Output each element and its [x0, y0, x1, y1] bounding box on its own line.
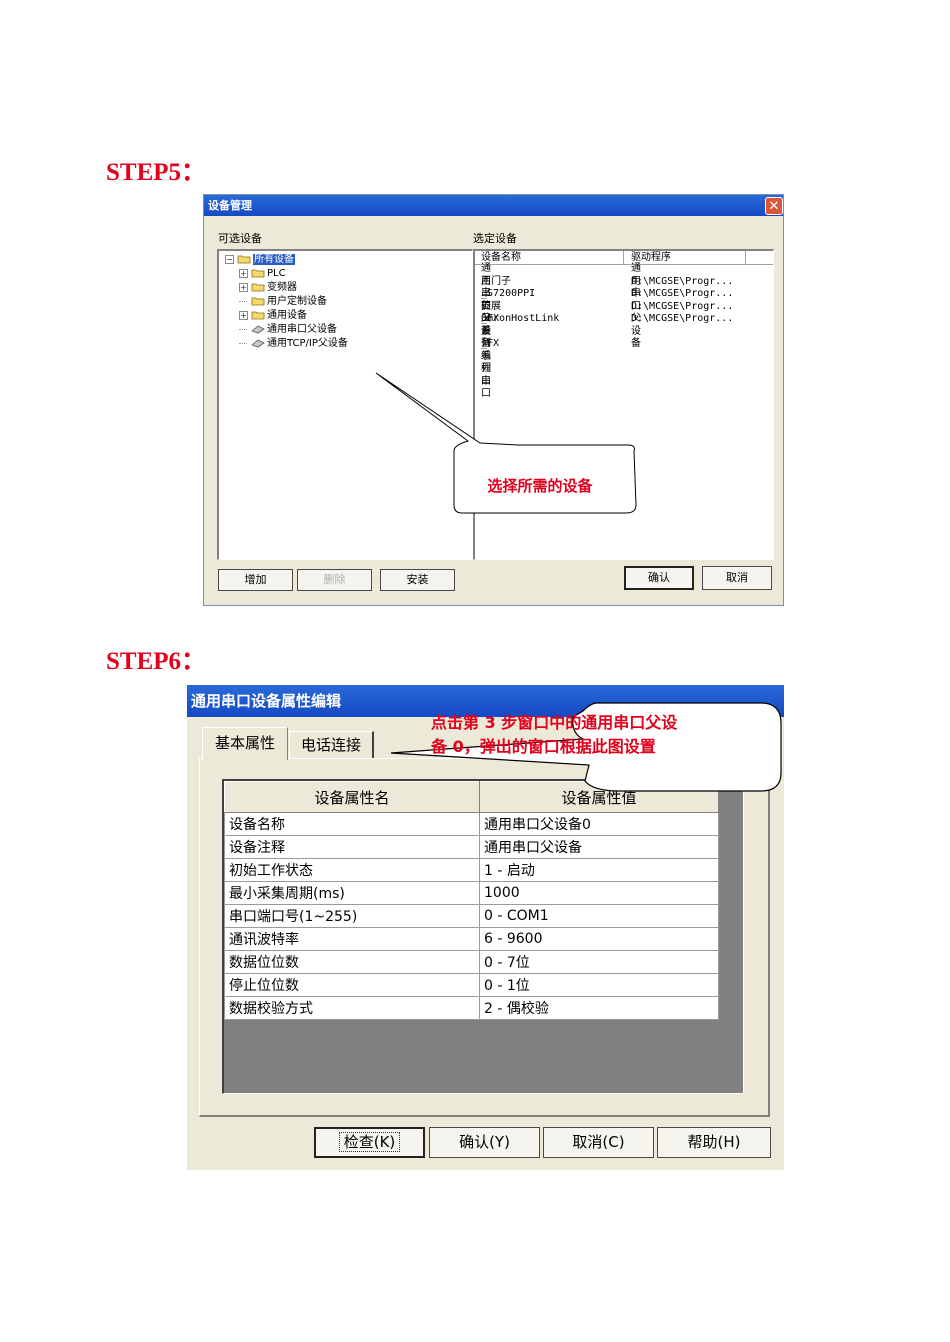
tree-item-label: 用户定制设备	[267, 296, 327, 307]
property-name-cell: 通讯波特率	[224, 927, 480, 951]
serial-device-property-dialog: 通用串口设备属性编辑 基本属性 电话连接 设备属性名 设备属性值 设备名称 通用串…	[187, 685, 784, 1170]
property-name-cell: 设备注释	[224, 835, 480, 859]
tree-item-label: 变频器	[267, 282, 297, 293]
table-row[interactable]: 通讯波特率 6 - 9600	[224, 927, 719, 951]
folder-icon	[251, 310, 265, 321]
tree-item[interactable]: 通用TCP/IP父设备	[225, 337, 348, 351]
folder-icon	[251, 282, 265, 293]
device-icon	[251, 338, 265, 349]
property-value-cell[interactable]: 0 - 7位	[479, 950, 719, 974]
step5-heading: STEP5：	[106, 159, 207, 186]
close-icon[interactable]: ✕	[765, 197, 783, 215]
property-name-cell: 设备名称	[224, 812, 480, 836]
expand-icon[interactable]: +	[239, 281, 251, 295]
tree-item-label: 所有设备	[253, 254, 295, 265]
ok-button[interactable]: 确认	[624, 566, 694, 590]
tree-item[interactable]: + PLC	[225, 267, 348, 281]
property-name-cell: 最小采集周期(ms)	[224, 881, 480, 905]
property-name-cell: 数据校验方式	[224, 996, 480, 1020]
table-row[interactable]: 最小采集周期(ms) 1000	[224, 881, 719, 905]
property-value-cell[interactable]: 1 - 启动	[479, 858, 719, 882]
tree-item-label: PLC	[267, 268, 286, 279]
property-value-cell[interactable]: 通用串口父设备	[479, 835, 719, 859]
install-button[interactable]: 安装	[380, 569, 455, 591]
folder-icon	[251, 268, 265, 279]
tree-item[interactable]: 通用串口父设备	[225, 323, 348, 337]
cancel-button[interactable]: 取消(C)	[543, 1127, 654, 1158]
property-name-cell: 串口端口号(1~255)	[224, 904, 480, 928]
dialog-title: 通用串口设备属性编辑	[191, 692, 342, 710]
table-row[interactable]: 设备注释 通用串口父设备	[224, 835, 719, 859]
property-value-cell[interactable]: 通用串口父设备0	[479, 812, 719, 836]
list-header: 设备名称 驱动程序	[475, 251, 773, 265]
table-row[interactable]: 停止位位数 0 - 1位	[224, 973, 719, 997]
table-row[interactable]: 数据校验方式 2 - 偶校验	[224, 996, 719, 1020]
table-row[interactable]: 数据位位数 0 - 7位	[224, 950, 719, 974]
callout-text: 选择所需的设备	[487, 477, 593, 495]
ok-button[interactable]: 确认(Y)	[429, 1127, 540, 1158]
step6-heading: STEP6：	[106, 648, 207, 675]
property-value-cell[interactable]: 0 - 1位	[479, 973, 719, 997]
driver-cell: D:\MCGSE\Progr...	[631, 288, 734, 299]
driver-cell: D:\MCGSE\Progr...	[631, 313, 734, 324]
tree-item-label: 通用串口父设备	[267, 324, 337, 335]
cancel-button[interactable]: 取消	[702, 566, 772, 590]
tree-item-label: 通用TCP/IP父设备	[267, 338, 348, 349]
tree-line-icon	[239, 337, 251, 351]
table-row[interactable]: 设备名称 通用串口父设备0	[224, 812, 719, 836]
expand-icon[interactable]: +	[239, 267, 251, 281]
device-manager-dialog: 设备管理 ✕ 可选设备 选定设备 − 所有设备 + PLC + 变频器 用户定制设备 + 通用设…	[203, 194, 784, 606]
property-value-cell[interactable]: 6 - 9600	[479, 927, 719, 951]
tree-item[interactable]: − 所有设备	[225, 253, 348, 267]
dialog-title: 设备管理	[208, 199, 252, 212]
callout-text: 点击第 3 步窗口中的通用串口父设 备 0，弹出的窗口根据此图设置	[431, 713, 678, 756]
tree-item[interactable]: + 通用设备	[225, 309, 348, 323]
tree-item-label: 通用设备	[267, 310, 307, 321]
property-name-cell: 停止位位数	[224, 973, 480, 997]
expand-icon[interactable]: −	[225, 253, 237, 267]
device-icon	[251, 324, 265, 335]
expand-icon[interactable]: +	[239, 309, 251, 323]
driver-cell: D:\MCGSE\Progr...	[631, 275, 734, 287]
tree-line-icon	[239, 323, 251, 337]
table-row[interactable]: 初始工作状态 1 - 启动	[224, 858, 719, 882]
check-button[interactable]: 检查(K)	[314, 1127, 425, 1158]
property-value-cell[interactable]: 2 - 偶校验	[479, 996, 719, 1020]
dialog-titlebar: 设备管理	[204, 195, 783, 216]
driver-cell: D:\MCGSE\Progr...	[631, 300, 734, 312]
selected-devices-label: 选定设备	[473, 232, 517, 245]
table-row[interactable]: 串口端口号(1~255) 0 - COM1	[224, 904, 719, 928]
folder-icon	[251, 296, 265, 307]
tab-basic-properties[interactable]: 基本属性	[202, 727, 288, 760]
property-name-cell: 初始工作状态	[224, 858, 480, 882]
property-value-cell[interactable]: 0 - COM1	[479, 904, 719, 928]
property-grid[interactable]: 设备属性名 设备属性值 设备名称 通用串口父设备0 设备注释 通用串口父设备 初始工作状…	[222, 779, 744, 1094]
folder-icon	[237, 254, 251, 265]
property-name-cell: 数据位位数	[224, 950, 480, 974]
tree-line-icon	[239, 295, 251, 309]
tree-item[interactable]: 用户定制设备	[225, 295, 348, 309]
tree-item[interactable]: + 变频器	[225, 281, 348, 295]
property-value-cell[interactable]: 1000	[479, 881, 719, 905]
delete-button[interactable]: 删除	[297, 569, 372, 591]
add-button[interactable]: 增加	[218, 569, 293, 591]
available-devices-label: 可选设备	[218, 232, 262, 245]
help-button[interactable]: 帮助(H)	[657, 1127, 771, 1158]
